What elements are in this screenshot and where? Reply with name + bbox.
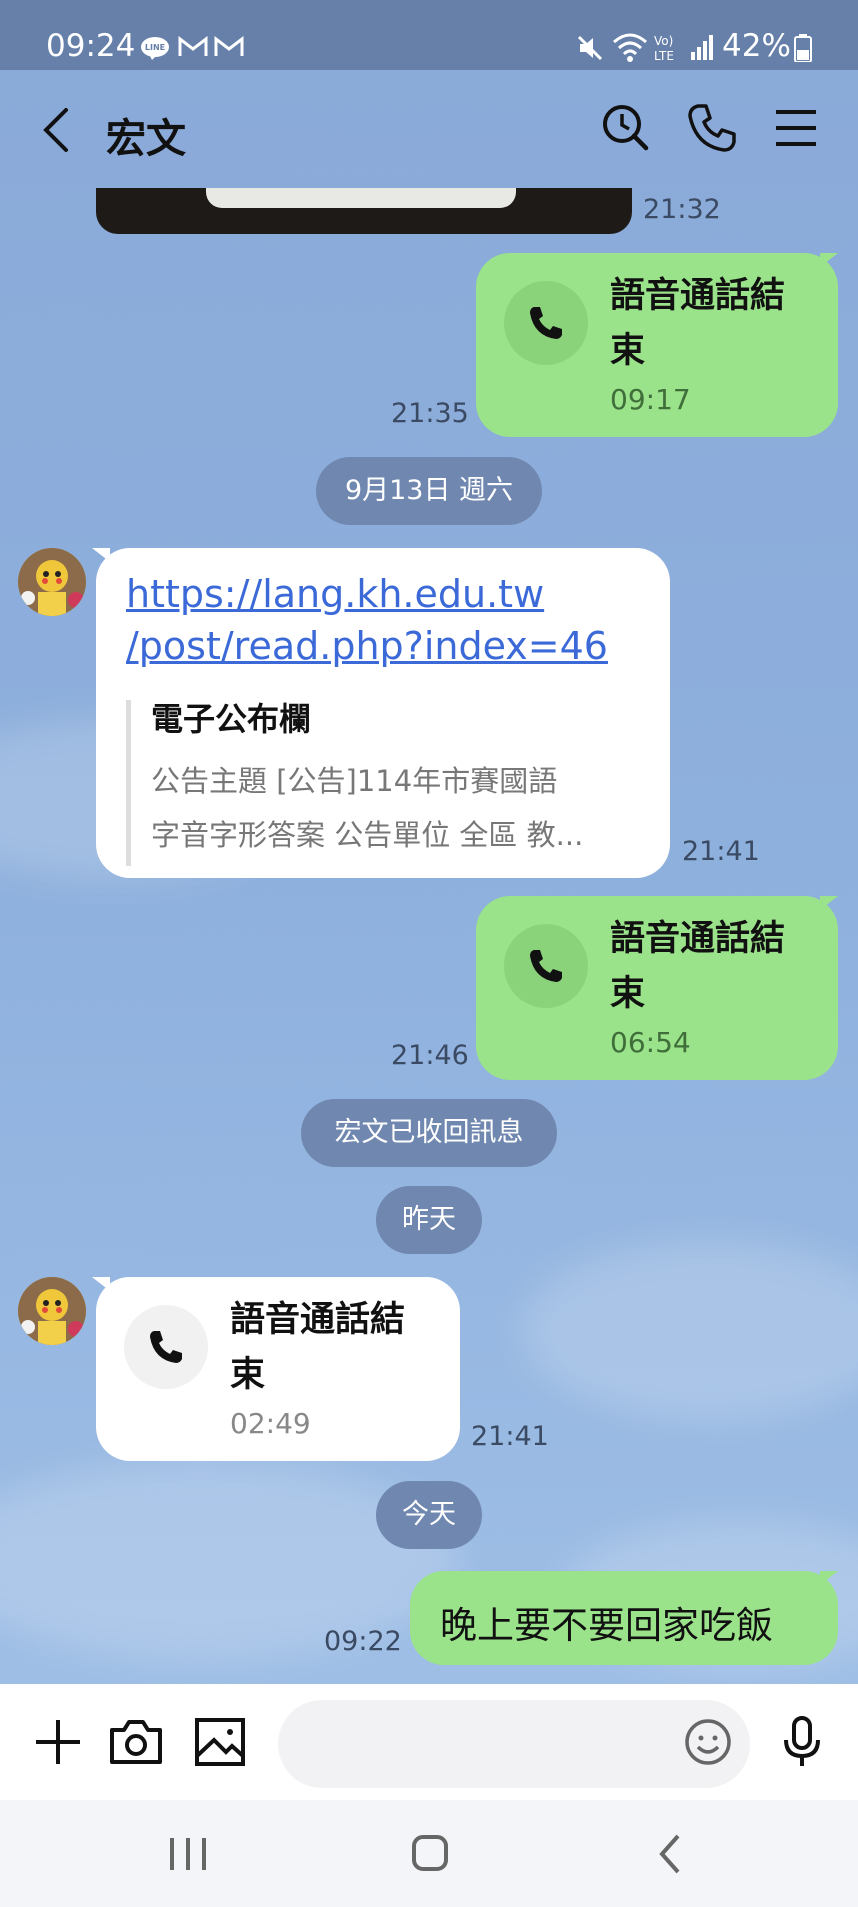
- signal-icon: [690, 34, 716, 64]
- home-button[interactable]: [400, 1830, 460, 1880]
- gmail-icon: [214, 35, 244, 62]
- camera-button[interactable]: [104, 1710, 168, 1774]
- home-icon: [412, 1835, 448, 1871]
- call-message-incoming[interactable]: 語音通話結 束 02:49: [96, 1277, 460, 1461]
- bubble-tail: [820, 253, 838, 267]
- contact-avatar[interactable]: [18, 548, 86, 616]
- call-icon-circle: [504, 924, 588, 1008]
- nav-back-button[interactable]: [640, 1830, 700, 1880]
- emoji-icon: [685, 1719, 731, 1765]
- message-time: 21:32: [643, 194, 721, 225]
- search-icon: [603, 105, 649, 151]
- status-time: 09:24: [46, 28, 136, 64]
- plus-button[interactable]: [26, 1710, 90, 1774]
- system-nav-bar: [0, 1800, 858, 1907]
- battery-percent: 42%: [722, 28, 791, 64]
- recent-apps-button[interactable]: [158, 1830, 218, 1880]
- wifi-icon: [612, 32, 648, 66]
- image-message[interactable]: [96, 188, 632, 234]
- call-icon-circle: [504, 281, 588, 365]
- image-icon: [195, 1718, 245, 1766]
- phone-icon: [530, 950, 562, 982]
- svg-text:Vo): Vo): [654, 34, 673, 48]
- call-duration: 02:49: [230, 1407, 311, 1440]
- message-time: 21:35: [391, 398, 469, 429]
- call-duration: 06:54: [610, 1026, 691, 1059]
- call-title: 語音通話結 束: [610, 276, 786, 371]
- bubble-tail: [92, 548, 110, 562]
- message-time: 09:22: [324, 1626, 402, 1657]
- image-button[interactable]: [188, 1710, 252, 1774]
- microphone-icon: [784, 1716, 820, 1766]
- bubble-tail: [820, 1571, 838, 1585]
- link-preview[interactable]: 電子公布欄 公告主題 [公告]114年市賽國語 字音字形答案 公告單位 全區 教…: [126, 700, 646, 866]
- date-separator: 今天: [376, 1481, 482, 1549]
- chevron-left-icon: [43, 108, 68, 152]
- back-icon: [659, 1834, 680, 1874]
- back-button[interactable]: [36, 100, 86, 160]
- call-title: 語音通話結 束: [610, 919, 786, 1014]
- bubble-tail: [820, 896, 838, 910]
- call-icon-circle: [124, 1305, 208, 1389]
- chat-header: 宏文: [0, 70, 858, 188]
- date-separator: 昨天: [376, 1186, 482, 1254]
- emoji-button[interactable]: [676, 1710, 740, 1774]
- plus-icon: [36, 1720, 80, 1764]
- menu-button[interactable]: [766, 98, 826, 158]
- contact-avatar[interactable]: [18, 1277, 86, 1345]
- svg-text:LTE: LTE: [654, 49, 674, 63]
- message-link[interactable]: https://lang.kh.edu.tw /post/read.php?in…: [126, 568, 608, 672]
- camera-icon: [110, 1720, 162, 1764]
- message-text: 晚上要不要回家吃飯: [440, 1604, 773, 1647]
- phone-icon: [530, 307, 562, 339]
- link-preview-desc-line2: 字音字形答案 公告單位 全區 教...: [151, 818, 584, 852]
- search-button[interactable]: [596, 98, 656, 158]
- call-message-outgoing[interactable]: 語音通話結 束 09:17: [476, 253, 838, 437]
- recent-apps-icon: [170, 1838, 206, 1870]
- line-app-icon: LINE: [140, 36, 170, 64]
- phone-icon: [150, 1331, 182, 1363]
- phone-icon: [688, 104, 736, 152]
- link-preview-desc-line1: 公告主題 [公告]114年市賽國語: [151, 764, 558, 798]
- message-input-bar: [0, 1684, 858, 1800]
- bubble-tail: [92, 1277, 110, 1291]
- battery-icon: [794, 34, 812, 66]
- mute-icon: [576, 34, 604, 66]
- date-separator: 9月13日 週六: [316, 457, 542, 525]
- menu-icon: [776, 110, 816, 146]
- call-title: 語音通話結 束: [230, 1300, 406, 1395]
- svg-text:LINE: LINE: [145, 43, 165, 52]
- call-message-outgoing[interactable]: 語音通話結 束 06:54: [476, 896, 838, 1080]
- message-time: 21:46: [391, 1040, 469, 1071]
- text-message-outgoing[interactable]: 晚上要不要回家吃飯: [410, 1571, 838, 1665]
- call-button[interactable]: [682, 98, 742, 158]
- message-time: 21:41: [471, 1421, 549, 1452]
- link-message[interactable]: https://lang.kh.edu.tw /post/read.php?in…: [96, 548, 670, 878]
- microphone-button[interactable]: [770, 1710, 834, 1774]
- recall-notice: 宏文已收回訊息: [301, 1099, 557, 1167]
- message-time: 21:41: [682, 836, 760, 867]
- status-bar: 09:24 LINE Vo) LTE 42%: [0, 0, 858, 70]
- call-duration: 09:17: [610, 383, 691, 416]
- chat-title: 宏文: [106, 116, 186, 162]
- link-preview-title: 電子公布欄: [151, 700, 312, 738]
- gmail-icon: [178, 35, 208, 62]
- volte-icon: Vo) LTE: [654, 32, 682, 68]
